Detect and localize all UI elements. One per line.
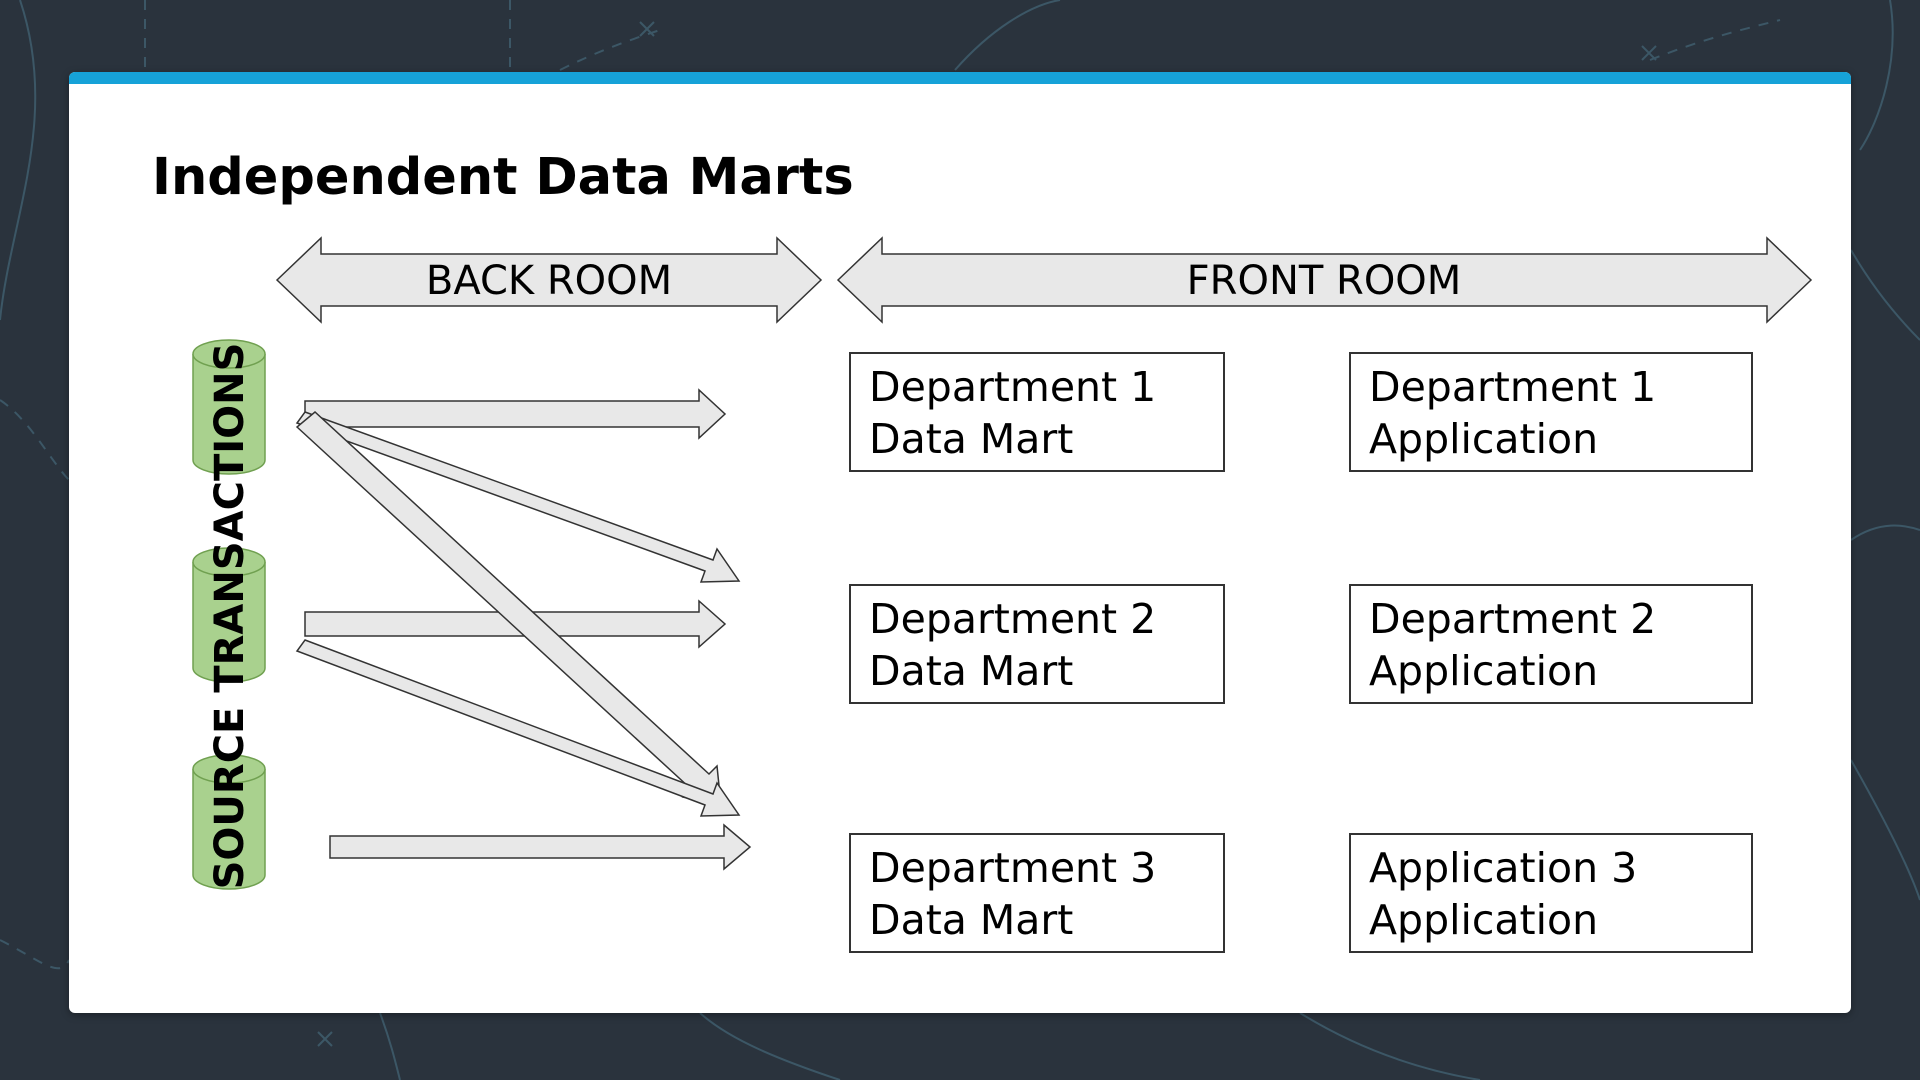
data-mart-3-line1: Department 3 [869, 844, 1157, 892]
application-1-line1: Department 1 [1369, 363, 1657, 411]
application-3-line2: Application [1369, 896, 1599, 944]
data-mart-3-line2: Data Mart [869, 896, 1074, 944]
application-1-line2: Application [1369, 415, 1599, 463]
flow-arrow-source1-to-mart1 [304, 388, 727, 440]
data-mart-box-1: Department 1 Data Mart [849, 352, 1225, 472]
application-box-2: Department 2 Application [1349, 584, 1753, 704]
application-3-line1: Application 3 [1369, 844, 1638, 892]
flow-arrow-source3-to-mart3 [329, 823, 752, 871]
slide-card: Independent Data Marts BACK ROOM FRONT R… [69, 72, 1851, 1013]
slide: Independent Data Marts BACK ROOM FRONT R… [0, 0, 1920, 1080]
back-room-label: BACK ROOM [426, 258, 672, 304]
application-2-line1: Department 2 [1369, 595, 1657, 643]
data-mart-box-3: Department 3 Data Mart [849, 833, 1225, 953]
front-room-label: FRONT ROOM [1187, 258, 1462, 304]
data-mart-1-line1: Department 1 [869, 363, 1157, 411]
data-mart-1-line2: Data Mart [869, 415, 1074, 463]
data-mart-box-2: Department 2 Data Mart [849, 584, 1225, 704]
flow-arrow-source1-to-mart2 [295, 411, 741, 583]
source-transactions-label: SOURCE TRANSACTIONS [207, 343, 253, 890]
flow-arrow-source1-to-mart3 [295, 411, 722, 806]
application-2-line2: Application [1369, 647, 1599, 695]
data-mart-2-line2: Data Mart [869, 647, 1074, 695]
application-box-1: Department 1 Application [1349, 352, 1753, 472]
application-box-3: Application 3 Application [1349, 833, 1753, 953]
data-mart-2-line1: Department 2 [869, 595, 1157, 643]
flow-arrow-source2-to-mart3 [295, 639, 741, 817]
